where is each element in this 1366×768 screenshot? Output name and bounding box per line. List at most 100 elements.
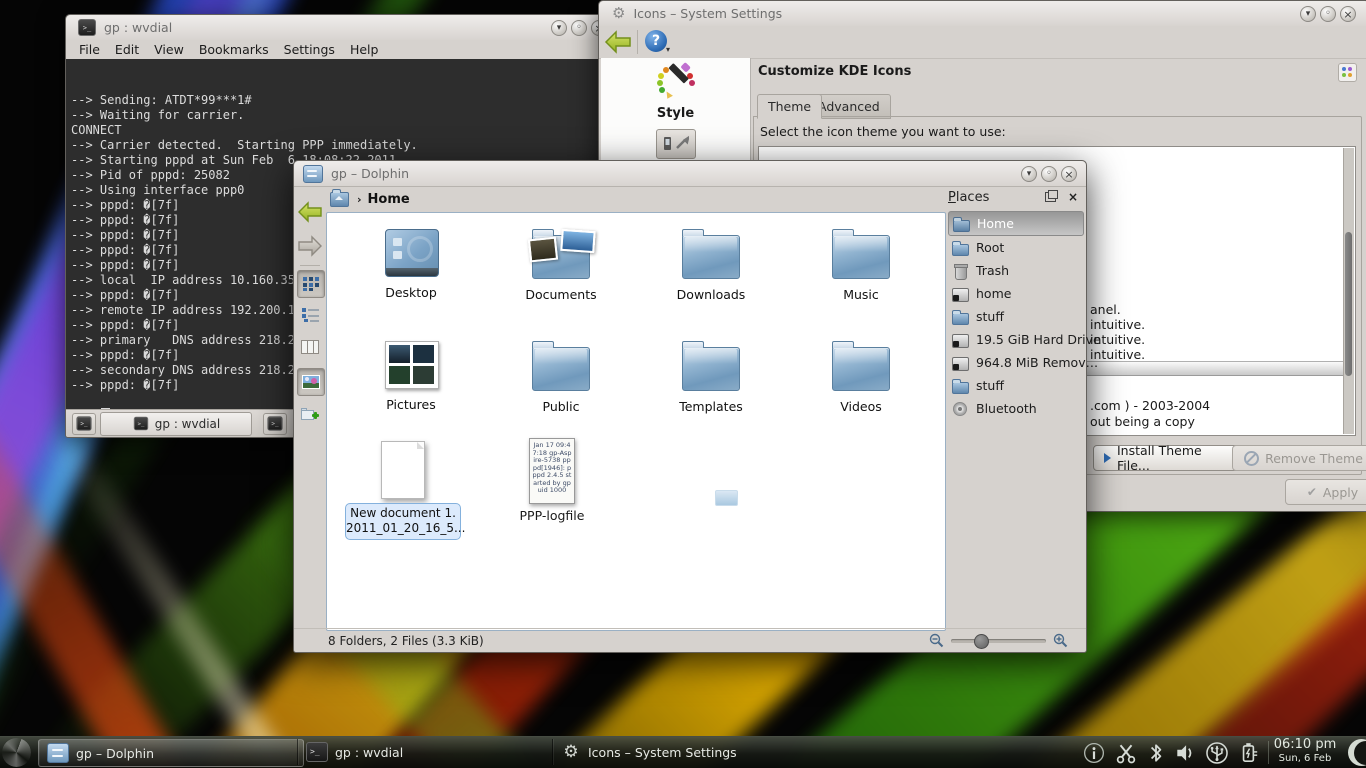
panel-toolbox-icon[interactable]	[1348, 739, 1366, 766]
menu-item[interactable]: Bookmarks	[199, 42, 269, 57]
theme-list-row[interactable]: intuitive.	[1090, 347, 1145, 362]
close-button[interactable]	[1061, 166, 1077, 182]
help-icon[interactable]	[645, 30, 667, 52]
zoom-slider[interactable]	[951, 639, 1046, 643]
terminal-tab[interactable]: gp : wvdial	[100, 412, 252, 436]
device-notifier-icon[interactable]	[1205, 741, 1229, 765]
folder-item[interactable]: Pictures	[336, 339, 486, 451]
dolphin-titlebar[interactable]: gp – Dolphin	[294, 161, 1086, 187]
split-view-button[interactable]	[297, 402, 323, 428]
places-item[interactable]: Trash	[948, 259, 1084, 282]
places-item[interactable]: stuff	[948, 374, 1084, 397]
menu-item[interactable]: View	[154, 42, 184, 57]
import-icon	[1104, 453, 1111, 463]
maximize-button[interactable]	[1320, 6, 1336, 22]
panel-separator	[1268, 741, 1269, 764]
place-icon	[952, 401, 969, 417]
chevron-down-icon[interactable]: ▾	[666, 45, 670, 54]
forward-button[interactable]	[297, 233, 323, 259]
minimize-button[interactable]	[1300, 6, 1316, 22]
logfile-preview-icon[interactable]: Jan 17 09:47:18 gp-Aspire-5738 pppd[1946…	[529, 438, 575, 504]
logfile-label[interactable]: PPP-logfile	[477, 508, 627, 523]
selected-file-label[interactable]: New document 1. 2011_01_20_16_5...	[345, 503, 461, 540]
install-theme-label: Install Theme File...	[1117, 443, 1235, 473]
close-button[interactable]	[1340, 6, 1356, 22]
menu-item[interactable]: Settings	[284, 42, 335, 57]
remove-theme-button[interactable]: Remove Theme	[1232, 445, 1366, 471]
theme-list-row[interactable]: intuitive.	[1090, 317, 1145, 332]
zoom-in-icon[interactable]	[1053, 633, 1068, 648]
folder-view[interactable]: Desktop Documents Downloads Music Pictur…	[326, 212, 946, 631]
battery-icon[interactable]	[1238, 741, 1260, 765]
taskbar-task[interactable]: gp – Dolphin	[38, 739, 304, 767]
bluetooth-icon[interactable]	[1147, 742, 1165, 764]
sidebar-item-fine-tuning[interactable]	[656, 129, 696, 159]
breadcrumb-home[interactable]: Home	[368, 192, 410, 207]
place-icon	[952, 332, 969, 348]
places-item[interactable]: Bluetooth	[948, 397, 1084, 420]
places-item[interactable]: stuff	[948, 305, 1084, 328]
clock-time: 06:10 pm	[1272, 738, 1338, 753]
menu-item[interactable]: File	[79, 42, 100, 57]
settings-window-title: Icons – System Settings	[633, 6, 782, 21]
columns-view-button[interactable]	[297, 334, 323, 360]
kde-launcher-icon[interactable]	[2, 738, 31, 767]
tab-list-button[interactable]	[263, 413, 287, 435]
dolphin-window-title: gp – Dolphin	[331, 166, 409, 181]
places-item[interactable]: Home	[948, 211, 1084, 236]
digital-clock[interactable]: 06:10 pm Sun, 6 Feb	[1272, 738, 1338, 764]
folder-item[interactable]: Music	[786, 227, 936, 339]
icons-view-button[interactable]	[297, 270, 325, 298]
maximize-button[interactable]	[571, 20, 587, 36]
zoom-out-icon[interactable]	[929, 633, 944, 648]
theme-list-row[interactable]: anel.	[1090, 302, 1145, 317]
task-icon	[306, 742, 328, 762]
volume-icon[interactable]	[1174, 742, 1196, 764]
terminal-icon	[78, 19, 96, 36]
place-icon	[953, 216, 970, 232]
klipper-scissors-icon[interactable]	[1114, 742, 1138, 764]
terminal-titlebar[interactable]: gp : wvdial	[66, 15, 606, 41]
details-view-button[interactable]	[297, 302, 323, 328]
scrollbar-thumb[interactable]	[1345, 232, 1352, 376]
install-theme-button[interactable]: Install Theme File...	[1093, 445, 1246, 471]
task-label: gp : wvdial	[335, 745, 403, 760]
menu-item[interactable]: Edit	[115, 42, 139, 57]
back-button[interactable]	[297, 199, 323, 225]
folder-item[interactable]: Desktop	[336, 227, 486, 339]
forbidden-icon	[1244, 451, 1259, 466]
folder-icon	[532, 347, 590, 391]
minimize-button[interactable]	[1021, 166, 1037, 182]
folder-item[interactable]: Documents	[486, 227, 636, 339]
place-label: Root	[976, 240, 1004, 255]
places-item[interactable]: home	[948, 282, 1084, 305]
folder-item[interactable]: Templates	[636, 339, 786, 451]
folder-item[interactable]: Downloads	[636, 227, 786, 339]
places-item[interactable]: Root	[948, 236, 1084, 259]
float-panel-icon[interactable]	[1045, 192, 1056, 202]
close-panel-icon[interactable]	[1068, 190, 1078, 204]
new-document-icon[interactable]	[381, 441, 425, 499]
scrollbar[interactable]	[1343, 148, 1354, 434]
folder-label: Documents	[525, 287, 596, 302]
home-icon[interactable]	[330, 192, 349, 207]
back-button[interactable]	[604, 30, 632, 54]
zoom-slider-knob[interactable]	[974, 634, 989, 649]
folder-item[interactable]: Videos	[786, 339, 936, 451]
apply-button[interactable]: ✔ Apply	[1285, 479, 1366, 505]
new-tab-button[interactable]	[72, 413, 96, 435]
taskbar-task[interactable]: Icons – System Settings	[552, 739, 844, 765]
places-item[interactable]: 19.5 GiB Hard Drive	[948, 328, 1084, 351]
minimize-button[interactable]	[551, 20, 567, 36]
maximize-button[interactable]	[1041, 166, 1057, 182]
preview-toggle-button[interactable]	[297, 368, 325, 396]
places-item[interactable]: 964.8 MiB Remov…	[948, 351, 1084, 374]
menu-item[interactable]: Help	[350, 42, 379, 57]
places-panel: Places Home Root Trash home stuff 19.5	[948, 187, 1084, 628]
tab-theme[interactable]: Theme	[757, 94, 822, 119]
settings-titlebar[interactable]: ⚙ Icons – System Settings	[599, 1, 1366, 27]
sidebar-item-style[interactable]: Style	[605, 62, 746, 124]
taskbar-task[interactable]: gp : wvdial	[297, 739, 558, 765]
info-icon[interactable]	[1083, 742, 1105, 764]
folder-item[interactable]: Public	[486, 339, 636, 451]
